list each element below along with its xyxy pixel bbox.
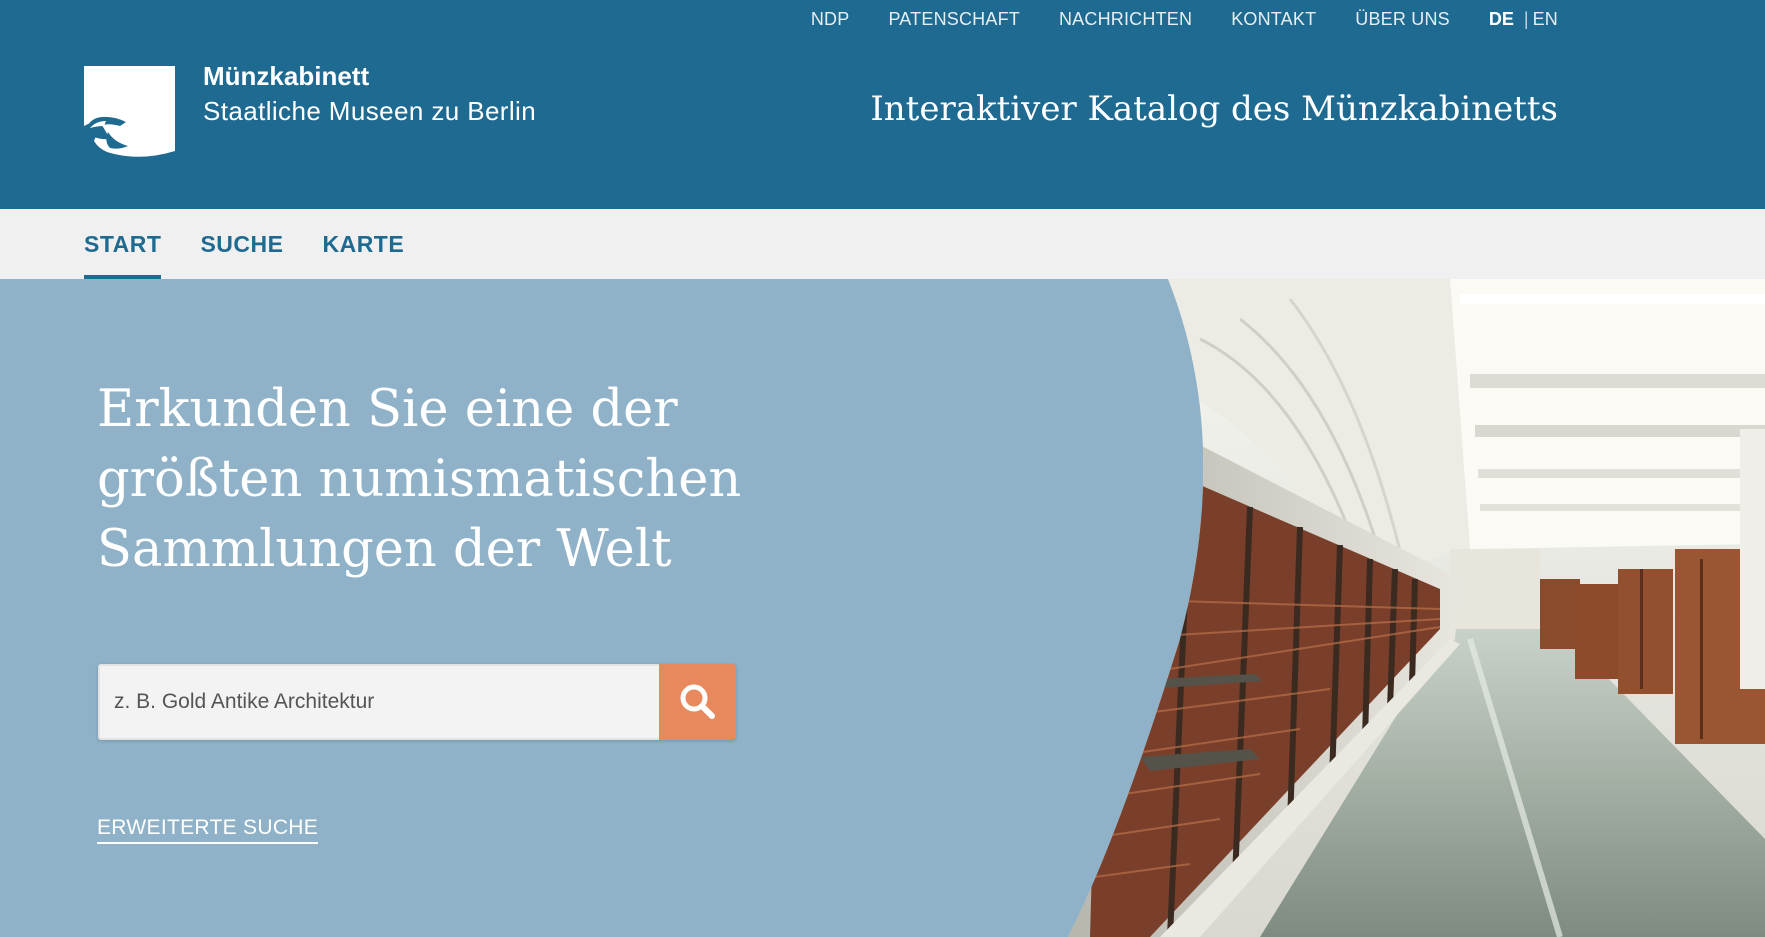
lang-separator: |: [1523, 8, 1529, 29]
lang-en[interactable]: EN: [1533, 9, 1558, 30]
search-icon: [680, 684, 715, 719]
site-header: NDP PATENSCHAFT NACHRICHTEN KONTAKT ÜBER…: [0, 0, 1765, 209]
hero-headline: Erkunden Sie eine der größten numismatis…: [97, 375, 797, 585]
catalog-title: Interaktiver Katalog des Münzkabinetts: [870, 89, 1558, 129]
main-nav: START SUCHE KARTE: [0, 209, 1765, 279]
hero-headline-line: Sammlungen der Welt: [97, 520, 672, 579]
brand[interactable]: Münzkabinett Staatliche Museen zu Berlin: [203, 59, 536, 129]
brand-name: Münzkabinett: [203, 61, 370, 91]
top-nav: NDP PATENSCHAFT NACHRICHTEN KONTAKT ÜBER…: [811, 0, 1558, 38]
top-nav-nachrichten[interactable]: NACHRICHTEN: [1059, 9, 1192, 30]
hero: Erkunden Sie eine der größten numismatis…: [0, 279, 1765, 937]
nav-karte[interactable]: KARTE: [322, 209, 404, 279]
eagle-logo-icon[interactable]: [84, 66, 175, 158]
lang-de[interactable]: DE: [1489, 9, 1514, 30]
hero-headline-line: größten numismatischen: [97, 450, 742, 509]
advanced-search-link[interactable]: ERWEITERTE SUCHE: [97, 816, 319, 844]
search-input[interactable]: [98, 664, 659, 740]
nav-suche[interactable]: SUCHE: [200, 209, 283, 279]
top-nav-kontakt[interactable]: KONTAKT: [1231, 9, 1316, 30]
search-button[interactable]: [659, 664, 736, 740]
top-nav-ueber-uns[interactable]: ÜBER UNS: [1355, 9, 1450, 30]
top-nav-ndp[interactable]: NDP: [811, 9, 850, 30]
language-switch: DE | EN: [1489, 9, 1558, 30]
search-box: [98, 664, 736, 740]
brand-subtitle: Staatliche Museen zu Berlin: [203, 96, 537, 126]
top-nav-patenschaft[interactable]: PATENSCHAFT: [888, 9, 1020, 30]
nav-start[interactable]: START: [84, 209, 162, 279]
hero-headline-line: Erkunden Sie eine der: [97, 380, 678, 439]
